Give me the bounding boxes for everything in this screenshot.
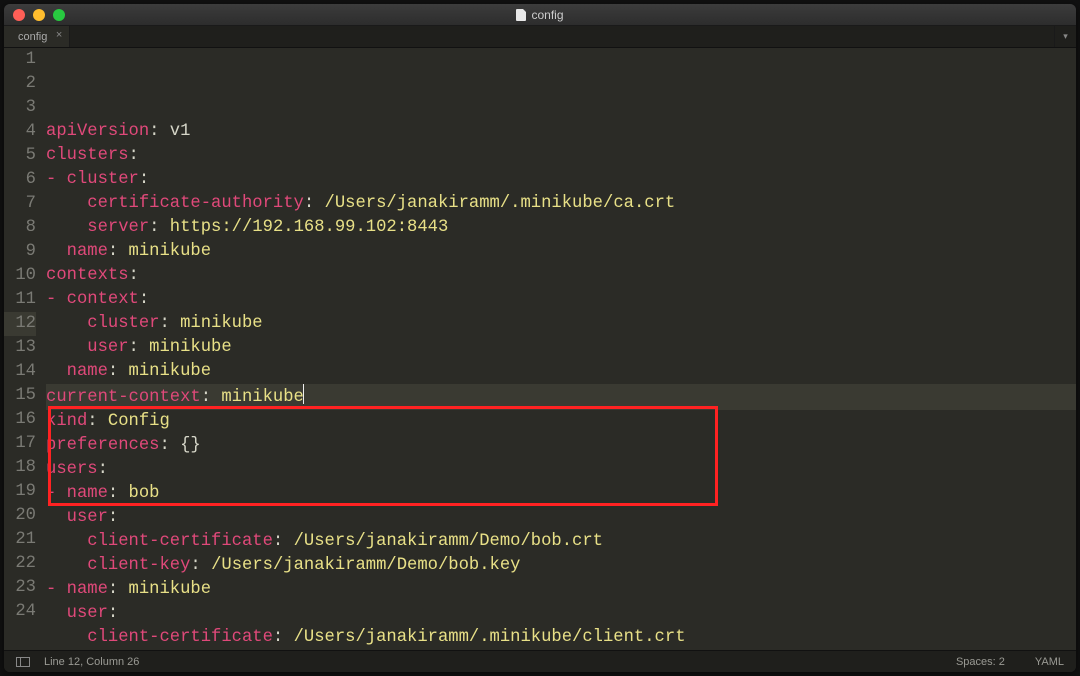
code-line[interactable]: users: <box>46 458 1076 482</box>
code-line[interactable]: - name: bob <box>46 482 1076 506</box>
line-number: 19 <box>4 480 36 504</box>
line-number: 22 <box>4 552 36 576</box>
line-number: 3 <box>4 96 36 120</box>
code-line[interactable]: user: <box>46 602 1076 626</box>
line-number: 1 <box>4 48 36 72</box>
code-line[interactable]: current-context: minikube <box>46 384 1076 410</box>
code-line[interactable]: client-certificate: /Users/janakiramm/.m… <box>46 626 1076 650</box>
minimize-icon[interactable] <box>33 9 45 21</box>
line-number: 12 <box>4 312 36 336</box>
code-line[interactable]: name: minikube <box>46 360 1076 384</box>
code-line[interactable]: certificate-authority: /Users/janakiramm… <box>46 192 1076 216</box>
code-line[interactable]: - cluster: <box>46 168 1076 192</box>
tab-label: config <box>18 31 47 43</box>
code-line[interactable]: apiVersion: v1 <box>46 120 1076 144</box>
titlebar: config <box>4 4 1076 26</box>
line-number: 17 <box>4 432 36 456</box>
line-number: 15 <box>4 384 36 408</box>
window-title-text: config <box>531 8 563 22</box>
line-number: 14 <box>4 360 36 384</box>
window-controls <box>13 9 65 21</box>
line-number: 7 <box>4 192 36 216</box>
line-number: 21 <box>4 528 36 552</box>
line-number: 9 <box>4 240 36 264</box>
line-number: 13 <box>4 336 36 360</box>
maximize-icon[interactable] <box>53 9 65 21</box>
line-number: 16 <box>4 408 36 432</box>
status-bar: Line 12, Column 26 Spaces: 2 YAML <box>4 650 1076 672</box>
line-number: 11 <box>4 288 36 312</box>
indent-setting[interactable]: Spaces: 2 <box>956 656 1005 668</box>
code-line[interactable]: contexts: <box>46 264 1076 288</box>
code-line[interactable]: client-key: /Users/janakiramm/Demo/bob.k… <box>46 554 1076 578</box>
editor-area[interactable]: 123456789101112131415161718192021222324 … <box>4 48 1076 650</box>
panel-toggle-icon[interactable] <box>16 657 30 667</box>
code-line[interactable]: user: minikube <box>46 336 1076 360</box>
line-number: 10 <box>4 264 36 288</box>
close-icon[interactable] <box>13 9 25 21</box>
tab-overflow-button[interactable]: ▾ <box>1054 26 1076 47</box>
code-line[interactable]: cluster: minikube <box>46 312 1076 336</box>
code-line[interactable]: name: minikube <box>46 240 1076 264</box>
line-number: 2 <box>4 72 36 96</box>
file-icon <box>516 9 526 21</box>
line-number-gutter: 123456789101112131415161718192021222324 <box>4 48 46 650</box>
tab-bar: config × ▾ <box>4 26 1076 48</box>
code-content[interactable]: apiVersion: v1clusters:- cluster: certif… <box>46 48 1076 650</box>
cursor-position[interactable]: Line 12, Column 26 <box>44 656 139 668</box>
line-number: 18 <box>4 456 36 480</box>
code-line[interactable]: clusters: <box>46 144 1076 168</box>
code-line[interactable]: preferences: {} <box>46 434 1076 458</box>
line-number: 8 <box>4 216 36 240</box>
code-line[interactable]: client-certificate: /Users/janakiramm/De… <box>46 530 1076 554</box>
window-title: config <box>4 8 1076 22</box>
line-number: 24 <box>4 600 36 624</box>
editor-window: config config × ▾ 1234567891011121314151… <box>4 4 1076 672</box>
line-number: 20 <box>4 504 36 528</box>
code-line[interactable]: kind: Config <box>46 410 1076 434</box>
code-line[interactable]: - name: minikube <box>46 578 1076 602</box>
code-line[interactable]: server: https://192.168.99.102:8443 <box>46 216 1076 240</box>
syntax-mode[interactable]: YAML <box>1035 656 1064 668</box>
line-number: 23 <box>4 576 36 600</box>
line-number: 6 <box>4 168 36 192</box>
line-number: 4 <box>4 120 36 144</box>
tab-config[interactable]: config × <box>4 26 70 47</box>
close-icon[interactable]: × <box>56 30 62 41</box>
code-line[interactable]: user: <box>46 506 1076 530</box>
code-line[interactable]: - context: <box>46 288 1076 312</box>
line-number: 5 <box>4 144 36 168</box>
